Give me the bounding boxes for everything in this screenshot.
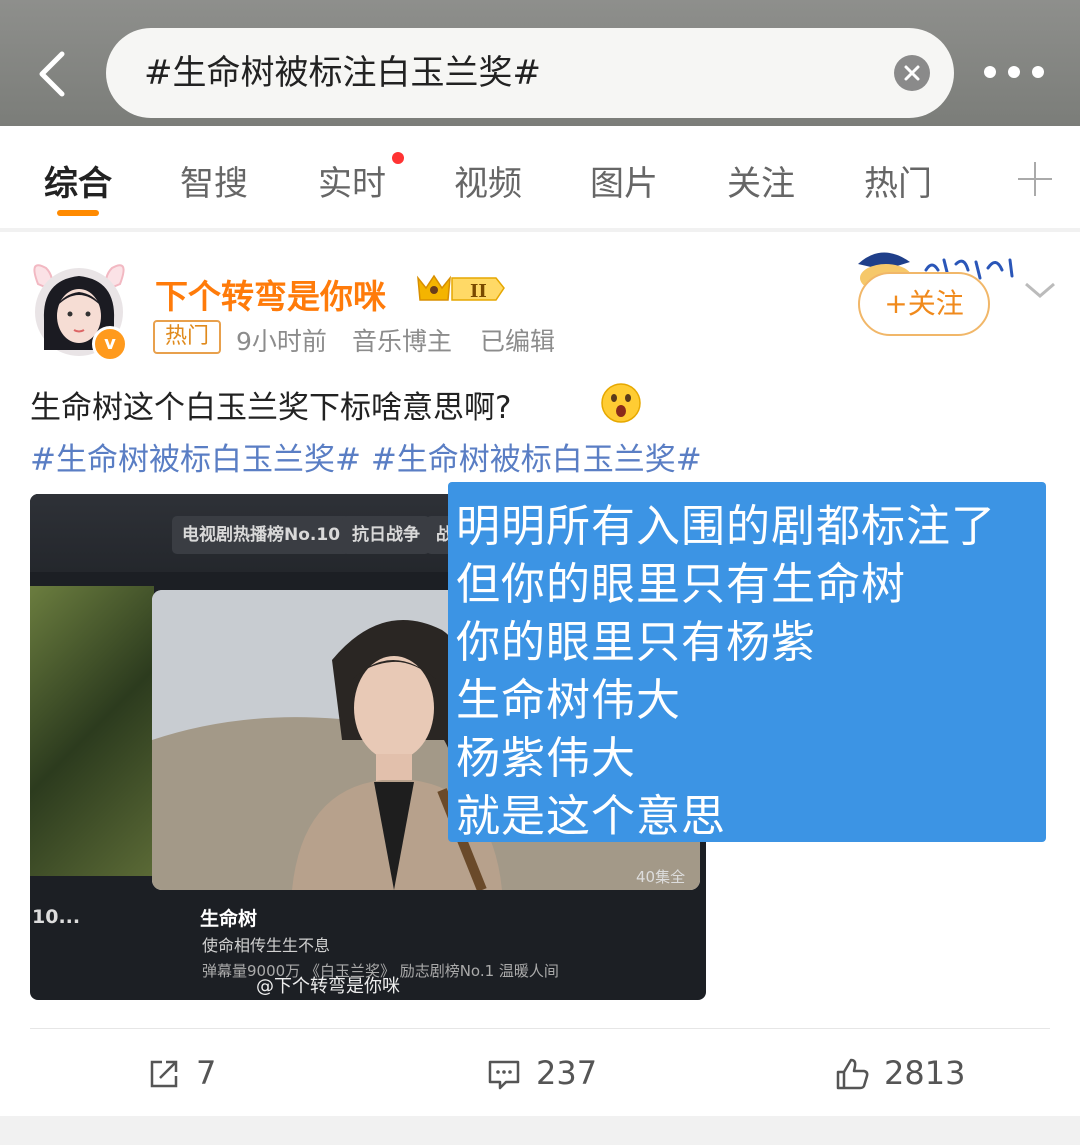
image-chip: 抗日战争 <box>342 516 430 554</box>
comment-icon <box>488 1060 520 1090</box>
add-tab-icon[interactable] <box>1016 160 1054 198</box>
tab-realtime[interactable]: 实时 <box>318 156 386 205</box>
new-content-dot <box>392 152 404 164</box>
overlay-line: 你的眼里只有杨紫 <box>456 617 816 668</box>
back-icon[interactable] <box>28 44 80 104</box>
top-bar: #生命树被标注白玉兰奖# <box>0 0 1080 126</box>
image-subtitle: 使命相传生生不息 <box>202 936 331 955</box>
tab-following[interactable]: 关注 <box>727 156 795 205</box>
share-icon <box>150 1060 178 1088</box>
active-tab-indicator <box>57 210 99 216</box>
overlay-line: 生命树伟大 <box>456 675 681 726</box>
overlay-line: 就是这个意思 <box>456 791 726 842</box>
comment-count: 237 <box>536 1054 598 1092</box>
share-count: 7 <box>196 1054 217 1092</box>
hot-tag: 热门 <box>153 320 222 354</box>
like-count: 2813 <box>884 1054 966 1092</box>
post-card: v 下个转弯是你咪 II 热门 9小时前 音乐博主 已编辑 +关注 生命树这个白… <box>0 232 1080 1116</box>
search-query: #生命树被标注白玉兰奖# <box>144 53 541 93</box>
tab-hot[interactable]: 热门 <box>864 156 932 205</box>
image-watermark: @下个转弯是你咪 <box>256 976 400 997</box>
search-input[interactable]: #生命树被标注白玉兰奖# <box>106 28 954 118</box>
image-left-label: 10... <box>32 906 81 928</box>
surprised-emoji-icon <box>601 383 641 423</box>
username[interactable]: 下个转弯是你咪 <box>155 270 386 318</box>
hashtag-link[interactable]: #生命树被标白玉兰奖# <box>371 442 702 478</box>
edited-label: 已编辑 <box>480 327 556 356</box>
tab-video[interactable]: 视频 <box>454 156 522 205</box>
hashtag-link[interactable]: #生命树被标白玉兰奖# <box>30 442 361 478</box>
overlay-line: 杨紫伟大 <box>456 733 636 784</box>
tab-comprehensive[interactable]: 综合 <box>44 156 112 205</box>
hashtags: #生命树被标白玉兰奖# #生命树被标白玉兰奖# <box>30 434 702 479</box>
episode-count: 40集全 <box>636 868 686 886</box>
post-time: 9小时前 <box>236 327 327 356</box>
chevron-down-icon[interactable] <box>1020 278 1060 302</box>
image-title: 生命树 <box>200 908 258 930</box>
more-icon[interactable] <box>984 60 1044 84</box>
divider <box>30 1028 1050 1029</box>
overlay-line: 明明所有入围的剧都标注了 <box>456 501 996 552</box>
tab-images[interactable]: 图片 <box>590 156 658 205</box>
verified-badge-icon: v <box>92 326 128 362</box>
text-overlay: 明明所有入围的剧都标注了 但你的眼里只有生命树 你的眼里只有杨紫 生命树伟大 杨… <box>448 482 1046 842</box>
tab-bar: 综合 智搜 实时 视频 图片 关注 热门 <box>0 126 1080 228</box>
member-crown-icon: II <box>417 274 505 302</box>
badge-level: II <box>470 281 487 302</box>
thumbs-up-icon <box>836 1058 869 1090</box>
image-chip: 电视剧热播榜No.10 <box>172 516 351 554</box>
follow-button[interactable]: +关注 <box>858 272 990 336</box>
user-identity: 音乐博主 <box>352 327 453 356</box>
overlay-line: 但你的眼里只有生命树 <box>456 559 906 610</box>
game-thumbnail <box>30 586 154 876</box>
post-text: 生命树这个白玉兰奖下标啥意思啊? <box>30 390 512 426</box>
tab-smart-search[interactable]: 智搜 <box>180 156 248 205</box>
clear-icon[interactable] <box>894 55 930 91</box>
